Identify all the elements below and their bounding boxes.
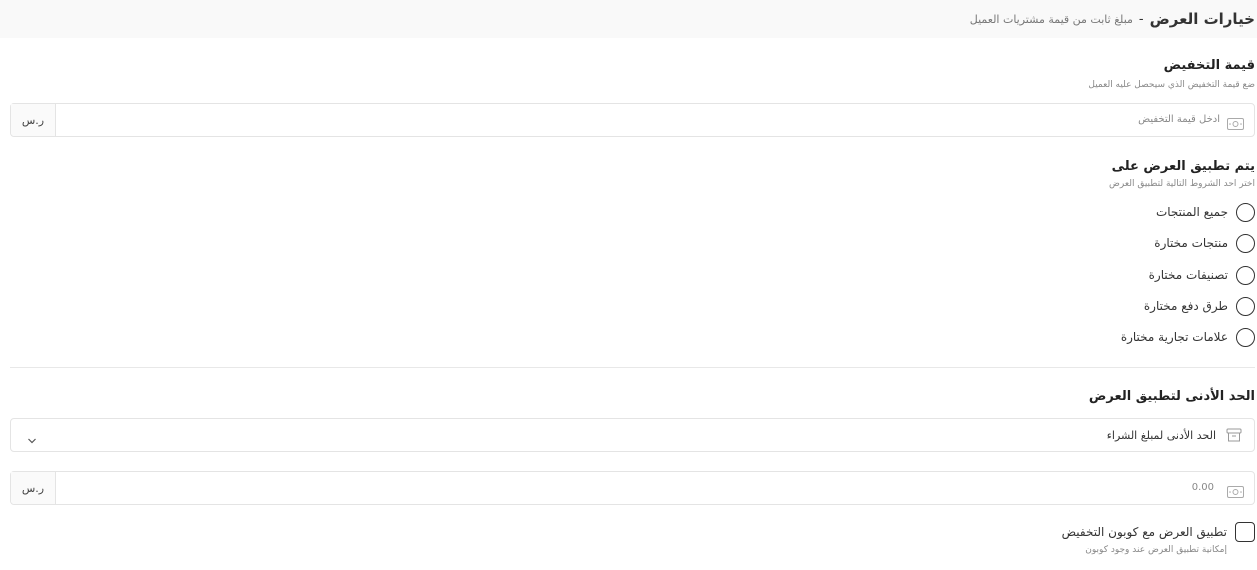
- radio-selected-categories[interactable]: تصنيفات مختارة: [1149, 264, 1255, 286]
- title-separator: -: [1138, 11, 1144, 27]
- chevron-down-icon: [27, 430, 37, 449]
- radio-label: جميع المنتجات: [1155, 205, 1228, 219]
- page-subtitle: مبلغ ثابت من قيمة مشتريات العميل: [969, 12, 1133, 26]
- currency-suffix: ر.س: [11, 472, 56, 504]
- coupon-label: تطبيق العرض مع كوبون التخفيض: [1061, 525, 1227, 539]
- money-icon: [1227, 483, 1244, 502]
- radio-selected-brands[interactable]: علامات تجارية مختارة: [1121, 326, 1255, 348]
- radio-label: طرق دفع مختارة: [1143, 299, 1228, 313]
- money-icon: [1227, 115, 1244, 134]
- radio-selected-payment-methods[interactable]: طرق دفع مختارة: [1144, 295, 1255, 317]
- coupon-checkbox[interactable]: [1235, 522, 1255, 542]
- section-divider: [10, 367, 1255, 368]
- discount-description: ضع قيمة التخفيض الذي سيحصل عليه العميل: [1088, 80, 1255, 90]
- radio-circle[interactable]: [1236, 202, 1255, 222]
- page-title: خيارات العرض: [1149, 10, 1255, 28]
- coupon-description: إمكانية تطبيق العرض عند وجود كوبون: [1085, 545, 1227, 555]
- radio-label: تصنيفات مختارة: [1148, 268, 1228, 282]
- select-value: الحد الأدنى لمبلغ الشراء: [1106, 429, 1216, 442]
- discount-title: قيمة التخفيض: [1163, 58, 1255, 73]
- currency-suffix: ر.س: [11, 104, 56, 136]
- minimum-amount-input[interactable]: 0.00 ر.س: [10, 471, 1255, 505]
- minimum-title: الحد الأدنى لتطبيق العرض: [1088, 389, 1255, 404]
- radio-all-products[interactable]: جميع المنتجات: [1156, 201, 1255, 223]
- coupon-checkbox-row[interactable]: تطبيق العرض مع كوبون التخفيض: [1062, 522, 1255, 542]
- apply-on-description: اختر احد الشروط التالية لتطبيق العرض: [1109, 179, 1255, 189]
- radio-label: علامات تجارية مختارة: [1120, 330, 1228, 344]
- minimum-type-select[interactable]: الحد الأدنى لمبلغ الشراء: [10, 418, 1255, 452]
- discount-input[interactable]: ادخل قيمة التخفيض ر.س: [10, 103, 1255, 137]
- radio-circle[interactable]: [1236, 265, 1255, 285]
- apply-on-title: يتم تطبيق العرض على: [1111, 159, 1255, 174]
- minimum-amount-value: 0.00: [1191, 482, 1214, 493]
- radio-label: منتجات مختارة: [1154, 236, 1228, 250]
- archive-icon: [1226, 427, 1242, 447]
- radio-circle[interactable]: [1236, 233, 1255, 253]
- page-header: خيارات العرض - مبلغ ثابت من قيمة مشتريات…: [0, 0, 1257, 38]
- discount-placeholder: ادخل قيمة التخفيض: [1138, 114, 1220, 125]
- radio-selected-products[interactable]: منتجات مختارة: [1154, 232, 1255, 254]
- radio-circle[interactable]: [1236, 327, 1255, 347]
- radio-circle[interactable]: [1236, 296, 1255, 316]
